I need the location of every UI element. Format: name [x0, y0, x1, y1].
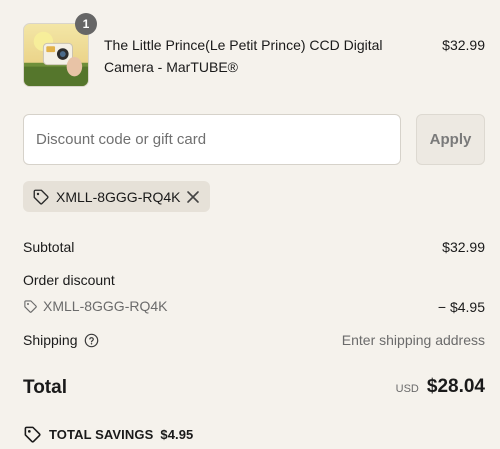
- discount-code-input[interactable]: [23, 114, 401, 165]
- subtotal-value: $32.99: [442, 239, 485, 255]
- shipping-value: Enter shipping address: [341, 332, 485, 348]
- discount-amount: − $4.95: [437, 299, 485, 315]
- shipping-label: Shipping: [23, 332, 78, 348]
- total-value: USD $28.04: [396, 376, 485, 398]
- apply-button[interactable]: Apply: [416, 114, 485, 165]
- discount-code-text: XMLL-8GGG-RQ4K: [43, 298, 168, 314]
- total-amount: $28.04: [426, 376, 485, 397]
- savings-tag-icon: [24, 426, 41, 443]
- savings-label: TOTAL SAVINGS: [49, 427, 154, 442]
- order-discount-label: Order discount: [23, 272, 115, 288]
- help-circle-icon[interactable]: [84, 333, 99, 348]
- product-image: [24, 24, 88, 86]
- savings-amount: $4.95: [160, 427, 194, 442]
- subtotal-label: Subtotal: [23, 239, 75, 255]
- applied-code-label: XMLL-8GGG-RQ4K: [56, 188, 181, 205]
- tag-icon: [24, 299, 37, 313]
- quantity-badge: 1: [75, 13, 97, 35]
- discount-code-line: XMLL-8GGG-RQ4K: [23, 298, 167, 314]
- total-savings: TOTAL SAVINGS $4.95: [23, 425, 193, 444]
- close-icon[interactable]: [186, 190, 200, 204]
- product-title: The Little Prince(Le Petit Prince) CCD D…: [104, 37, 383, 75]
- shipping-row: Shipping: [23, 332, 99, 348]
- product-price: $32.99: [442, 37, 485, 53]
- tag-icon: [33, 189, 49, 205]
- applied-code-chip: XMLL-8GGG-RQ4K: [23, 181, 210, 212]
- currency-code: USD: [395, 383, 419, 395]
- total-label: Total: [23, 377, 67, 398]
